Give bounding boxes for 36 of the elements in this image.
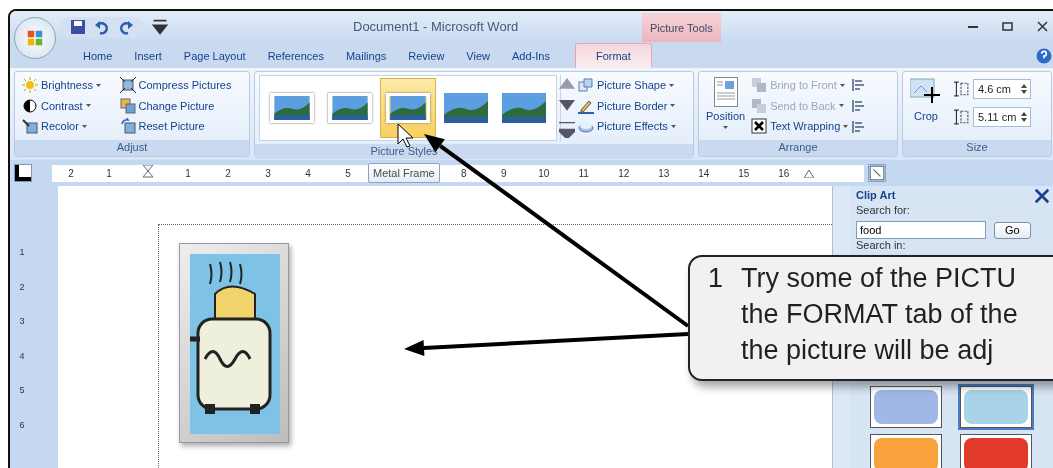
group-label: Arrange [778, 141, 818, 153]
ruler-number: 5 [19, 384, 25, 397]
ruler-number: 8 [459, 166, 468, 181]
ruler-number: 4 [19, 349, 25, 363]
pane-title: Clip Art [856, 189, 896, 203]
ruler-number: 10 [537, 166, 551, 181]
ruler-number: 15 [737, 166, 751, 181]
group-label: Picture Styles [370, 145, 438, 157]
ruler-number: 6 [19, 418, 25, 432]
window-title: Document1 - Microsoft Word [353, 17, 519, 36]
ruler-number: 1 [19, 246, 25, 259]
tooltip: Metal Frame [368, 162, 440, 184]
ruler-number: 2 [224, 166, 232, 181]
ruler-number: 13 [657, 166, 671, 181]
ruler-number: 4 [304, 166, 312, 181]
ruler-number: 14 [697, 166, 711, 181]
ruler-number: 2 [67, 166, 75, 181]
contextual-tab-title: Picture Tools [642, 12, 721, 42]
ruler-number: 9 [499, 166, 508, 181]
group-label: Adjust [116, 141, 148, 153]
ruler-number: 3 [19, 315, 25, 328]
ruler-number: 2 [19, 280, 25, 294]
ruler-number: 1 [184, 166, 192, 181]
ruler-number: 3 [264, 166, 272, 181]
ruler-number: 12 [617, 166, 631, 181]
callout-text: Try some of the PICTU [741, 262, 1018, 295]
ruler-number: 11 [577, 166, 590, 181]
callout-text: the FORMAT tab of the [741, 298, 1018, 331]
ruler-number: 5 [344, 166, 352, 181]
ruler-number: 1 [105, 166, 113, 181]
step-number: 1 [708, 262, 724, 295]
ruler-number: 16 [777, 166, 791, 181]
group-label: Size [966, 141, 988, 153]
field-label: Search in: [856, 239, 907, 253]
field-label: Search for: [856, 204, 911, 218]
callout-text: the picture will be adj [741, 334, 995, 367]
